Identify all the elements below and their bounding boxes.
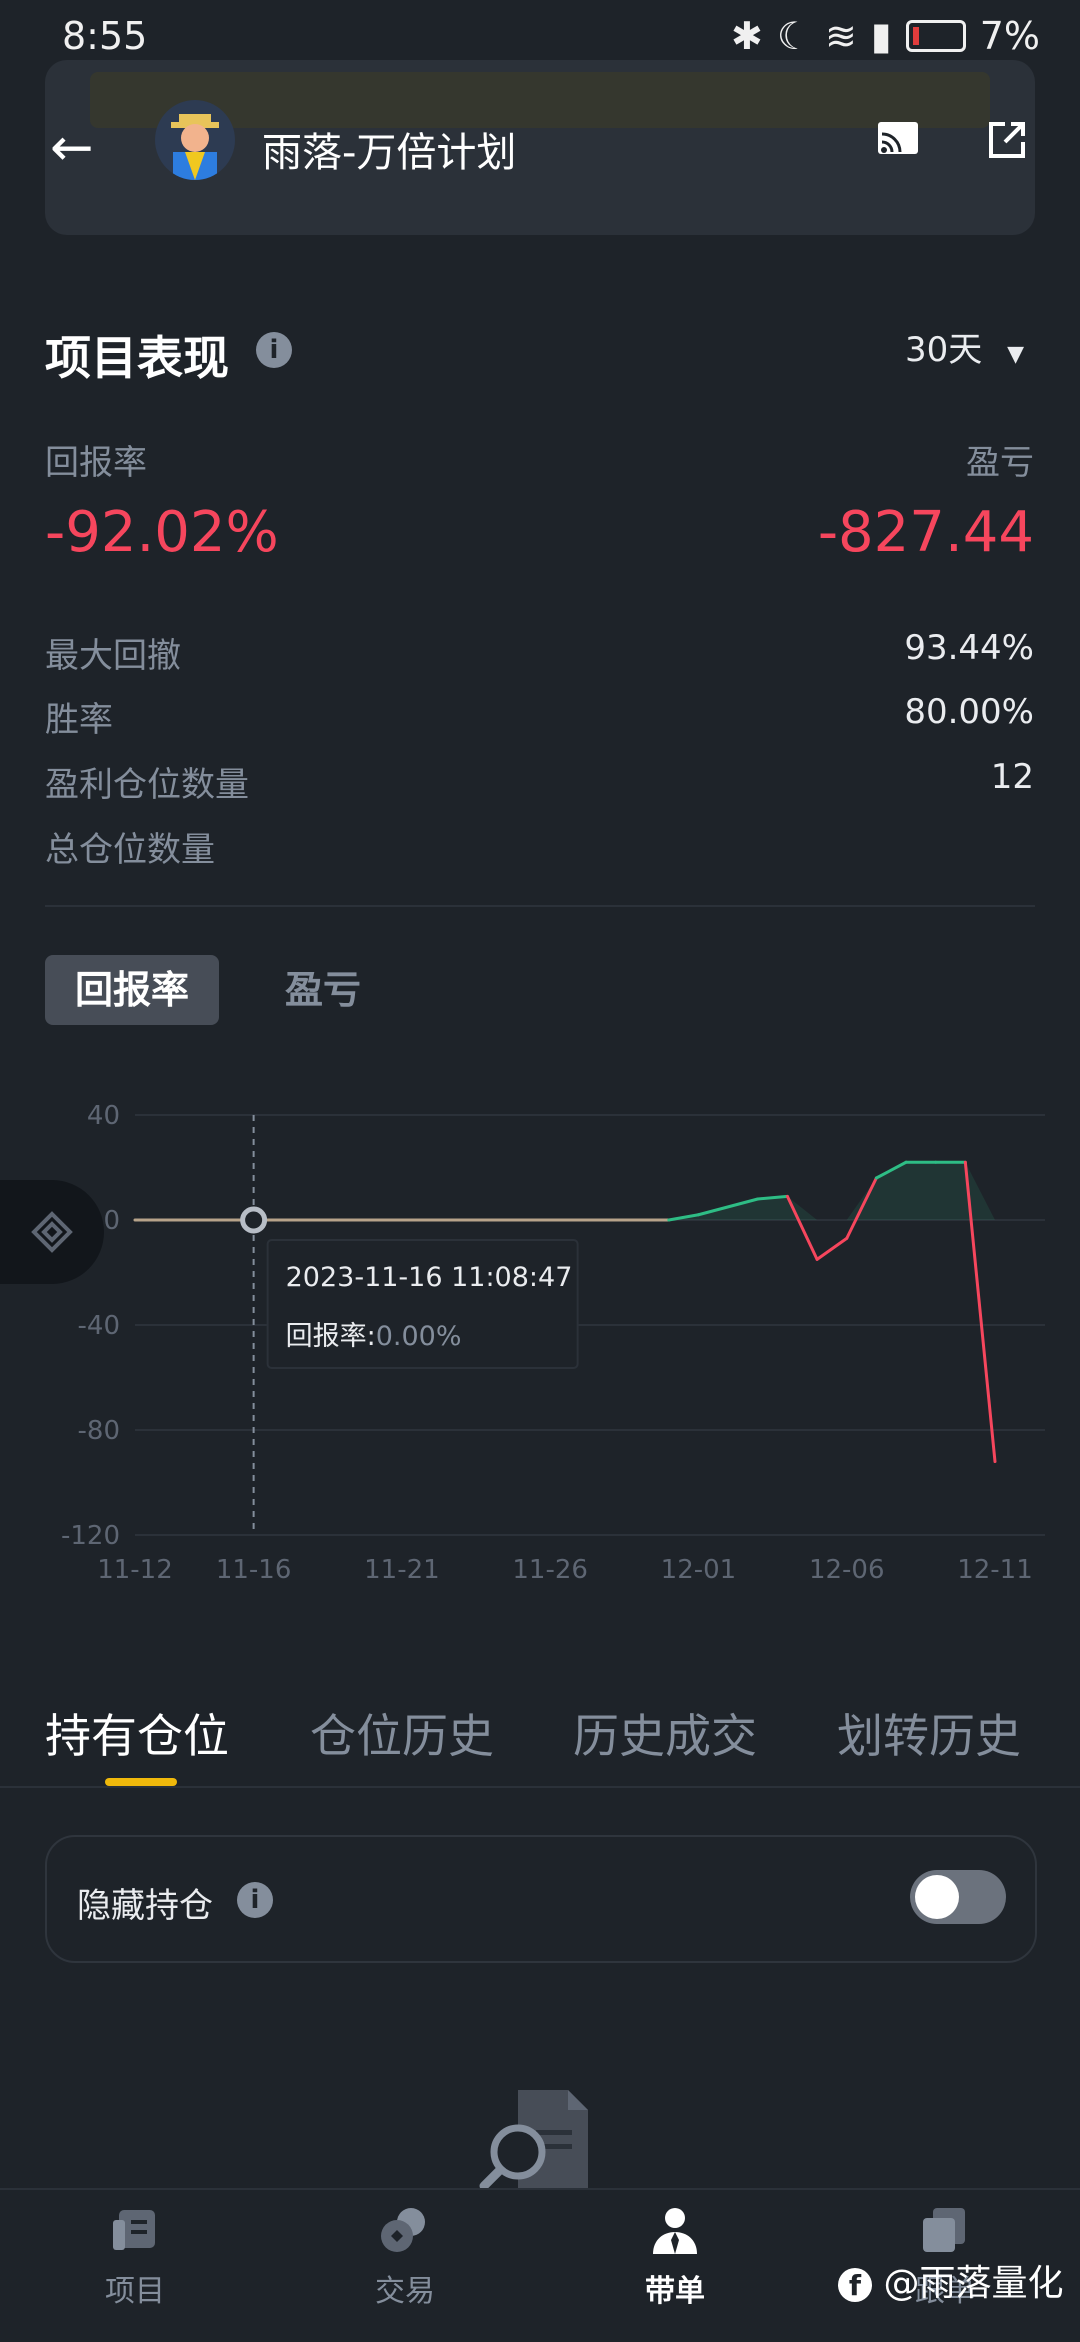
- x-tick-label: 11-26: [512, 1555, 588, 1585]
- lead-trade-icon: [649, 2206, 701, 2254]
- tooltip-value: 回报率:0.00%: [286, 1321, 462, 1352]
- info-icon[interactable]: i: [256, 332, 292, 368]
- stat-label: 胜率: [45, 692, 113, 741]
- return-chart[interactable]: 40 0 -40 -80 -120 11-12 11-16 11-21 11-26 12-01 1…: [0, 1090, 1080, 1610]
- watermark: f @雨落量化: [838, 2254, 1063, 2306]
- nav-label: 交易: [325, 2266, 485, 2310]
- caret-down-icon: ▼: [1007, 342, 1024, 367]
- x-tick-label: 11-12: [97, 1555, 173, 1585]
- tab-pnl[interactable]: 盈亏: [285, 955, 361, 1025]
- status-time: 8:55: [62, 14, 147, 58]
- tooltip-label: 回报率:: [286, 1321, 376, 1352]
- bluetooth-icon: ✱: [731, 14, 763, 58]
- stat-label: 总仓位数量: [45, 822, 215, 871]
- signal-icon: ▮: [871, 14, 892, 58]
- moon-icon: ☾: [777, 14, 811, 58]
- share-icon[interactable]: [985, 118, 1029, 162]
- battery-icon: [906, 20, 966, 52]
- stat-label: 最大回撤: [45, 628, 181, 677]
- performance-title: 项目表现: [45, 322, 229, 388]
- y-tick-label: 0: [103, 1206, 120, 1236]
- period-value: 30天: [905, 330, 982, 370]
- stat-value: 80.00%: [904, 692, 1034, 732]
- avatar[interactable]: [155, 100, 235, 180]
- copy-trade-icon: [919, 2206, 971, 2254]
- wifi-icon: ≋: [825, 14, 857, 58]
- series-line-segment: [787, 1196, 817, 1259]
- tab-trade-history[interactable]: 历史成交: [573, 1700, 757, 1766]
- hide-positions-label: 隐藏持仓: [77, 1878, 213, 1927]
- trade-icon: [379, 2206, 431, 2254]
- pnl-value: -827.44: [818, 500, 1034, 565]
- stat-label: 盈利仓位数量: [45, 757, 249, 806]
- stat-value: 12: [991, 757, 1034, 797]
- page-title: 雨落-万倍计划: [262, 120, 516, 178]
- back-arrow-icon[interactable]: ←: [50, 118, 94, 178]
- tabs-divider: [0, 1786, 1080, 1788]
- crosshair-dot: [243, 1209, 265, 1231]
- status-icons: ✱ ☾ ≋ ▮ 7%: [731, 14, 1040, 58]
- series-line-segment: [817, 1238, 847, 1259]
- x-tick-label: 12-11: [957, 1555, 1033, 1585]
- info-icon[interactable]: i: [237, 1882, 273, 1918]
- watermark-text: @雨落量化: [883, 2263, 1063, 2304]
- stat-value: 93.44%: [904, 628, 1034, 668]
- facebook-logo-icon: f: [838, 2268, 872, 2302]
- positive-area: [135, 1162, 995, 1220]
- tab-transfer-history[interactable]: 划转历史: [837, 1700, 1021, 1766]
- y-tick-label: 40: [87, 1101, 120, 1131]
- tab-position-history[interactable]: 仓位历史: [310, 1700, 494, 1766]
- x-tick-label: 11-21: [364, 1555, 440, 1585]
- tooltip-number: 0.00%: [376, 1321, 462, 1352]
- tab-return[interactable]: 回报率: [45, 955, 219, 1025]
- tooltip-date: 2023-11-16 11:08:47: [286, 1262, 573, 1293]
- period-dropdown[interactable]: 30天 ▼: [905, 322, 1024, 371]
- x-tick-label: 12-06: [809, 1555, 885, 1585]
- y-tick-label: -80: [78, 1416, 120, 1446]
- nav-label: 带单: [595, 2266, 755, 2310]
- x-tick-label: 11-16: [216, 1555, 292, 1585]
- tab-indicator: [105, 1778, 177, 1786]
- nav-label: 项目: [55, 2266, 215, 2310]
- y-tick-label: -40: [78, 1311, 120, 1341]
- toggle-knob: [915, 1875, 959, 1919]
- cast-icon[interactable]: [876, 118, 920, 162]
- chart-tooltip: 2023-11-16 11:08:47 回报率:0.00%: [268, 1240, 578, 1368]
- project-icon: [111, 2206, 159, 2254]
- y-tick-label: -120: [61, 1521, 120, 1551]
- tab-holding[interactable]: 持有仓位: [45, 1700, 229, 1766]
- hide-positions-toggle[interactable]: [910, 1870, 1006, 1924]
- nav-project[interactable]: 项目: [55, 2206, 215, 2310]
- battery-percent: 7%: [980, 14, 1040, 58]
- return-label: 回报率: [45, 435, 147, 484]
- pnl-label: 盈亏: [966, 435, 1034, 484]
- empty-search-icon: [478, 2090, 598, 2190]
- x-tick-label: 12-01: [661, 1555, 737, 1585]
- return-value: -92.02%: [45, 500, 279, 565]
- nav-lead-trade[interactable]: 带单: [595, 2206, 755, 2310]
- nav-trade[interactable]: 交易: [325, 2206, 485, 2310]
- divider: [45, 905, 1035, 907]
